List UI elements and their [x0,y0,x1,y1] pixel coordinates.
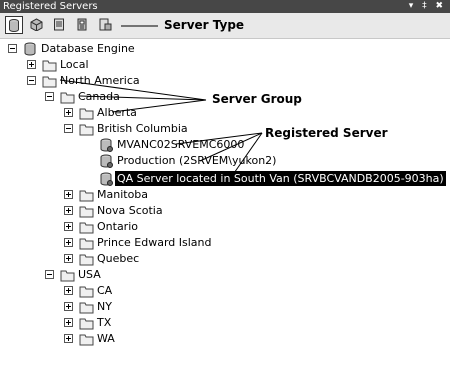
folder-icon [79,108,94,120]
tree-node-label: MVANC02SRVEMC6000 [117,138,245,151]
tree-node-label: Manitoba [97,188,149,201]
folder-icon [79,190,94,202]
folder-icon [79,302,94,314]
folder-icon [79,206,94,218]
folder-icon [79,286,94,298]
expand-toggle[interactable] [64,190,73,199]
folder-icon [79,222,94,234]
tree-node-label-selected: QA Server located in South Van (SRVBCVAN… [115,171,446,186]
tree-node-label: Canada [78,90,120,103]
reporting-services-icon[interactable] [51,16,69,34]
window-titlebar: Registered Servers ▾ ‡ ✖ [0,0,450,13]
tree-node-label: Prince Edward Island [97,236,212,249]
expand-toggle[interactable] [64,302,73,311]
expand-toggle[interactable] [64,318,73,327]
tree-node-label: Local [60,58,89,71]
tree-node-label: NY [97,300,112,313]
callout-registered-server: Registered Server [265,126,388,140]
expand-toggle[interactable] [64,108,73,117]
expand-toggle[interactable] [64,206,73,215]
collapse-toggle[interactable] [45,92,54,101]
tree-node-label: Database Engine [41,42,135,55]
tree-node-label: Alberta [97,106,137,119]
folder-icon [42,60,57,72]
tree-node-label: CA [97,284,113,297]
expand-toggle[interactable] [64,238,73,247]
expand-toggle[interactable] [64,254,73,263]
callout-server-type: Server Type [164,18,245,32]
expand-toggle[interactable] [27,60,36,69]
sql-mobile-icon[interactable] [97,16,115,34]
folder-open-icon [79,124,94,136]
tree-node-label: Nova Scotia [97,204,163,217]
server-icon [100,138,113,152]
expand-toggle[interactable] [64,334,73,343]
integration-services-icon[interactable] [74,16,92,34]
database-icon [24,42,36,56]
collapse-toggle[interactable] [8,44,17,53]
tree-node-label: USA [78,268,101,281]
folder-icon [79,334,94,346]
database-engine-icon[interactable] [5,16,23,34]
collapse-toggle[interactable] [45,270,54,279]
tree-node-label: North America [60,74,140,87]
window-control-buttons[interactable]: ▾ ‡ ✖ [409,0,446,13]
callout-server-group: Server Group [212,92,302,106]
tree-node-label: British Columbia [97,122,188,135]
folder-icon [79,254,94,266]
expand-toggle[interactable] [64,286,73,295]
server-icon [100,154,113,168]
tree-node-label: TX [97,316,112,329]
registered-servers-tree: Database Engine Local North America Cana… [0,38,450,366]
folder-open-icon [60,92,75,104]
folder-open-icon [42,76,57,88]
tree-node-label: Ontario [97,220,138,233]
folder-icon [79,238,94,250]
tree-node-label: Production (2SRVEM\yukon2) [117,154,277,167]
analysis-services-icon[interactable] [28,16,46,34]
tree-node-label: WA [97,332,115,345]
collapse-toggle[interactable] [64,124,73,133]
folder-icon [79,318,94,330]
window-title: Registered Servers [3,1,98,12]
expand-toggle[interactable] [64,222,73,231]
collapse-toggle[interactable] [27,76,36,85]
server-icon [100,172,113,186]
tree-node-label: Quebec [97,252,140,265]
folder-open-icon [60,270,75,282]
